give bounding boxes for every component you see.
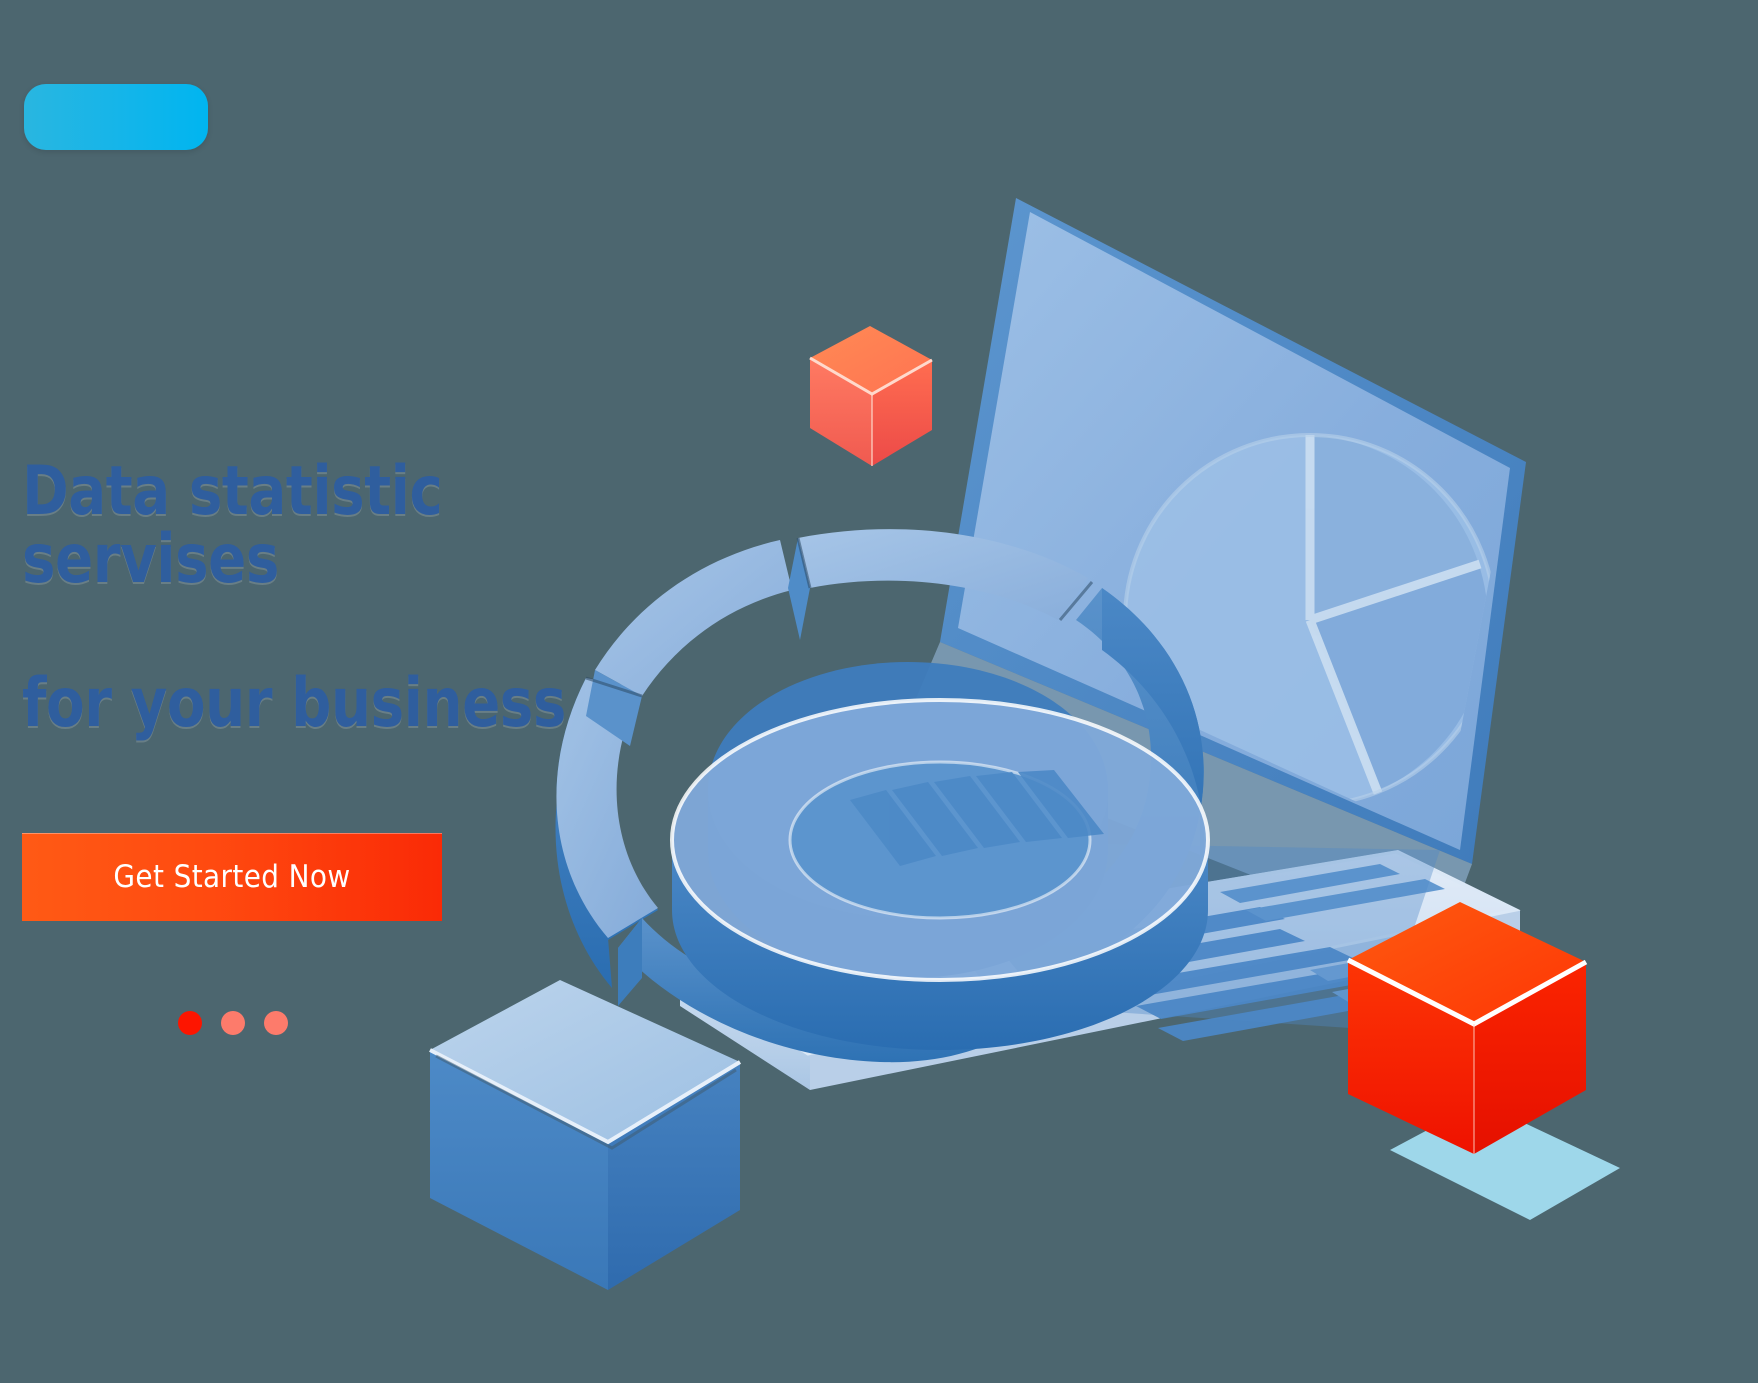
carousel-dot-3[interactable] — [264, 1011, 288, 1035]
brand-logo-pill[interactable] — [24, 84, 208, 150]
carousel-dot-2[interactable] — [221, 1011, 245, 1035]
hero-illustration — [380, 150, 1758, 1383]
cube-blue-large — [429, 980, 742, 1290]
hero-section: Data statistic servises for your busines… — [0, 0, 1758, 1383]
cube-coral-small — [809, 326, 933, 466]
carousel-dots — [178, 1011, 288, 1035]
donut-inner-ring — [670, 698, 1210, 1050]
carousel-dot-1[interactable] — [178, 1011, 202, 1035]
donut-chart-3d — [555, 529, 1210, 1063]
get-started-button[interactable]: Get Started Now — [22, 833, 442, 921]
